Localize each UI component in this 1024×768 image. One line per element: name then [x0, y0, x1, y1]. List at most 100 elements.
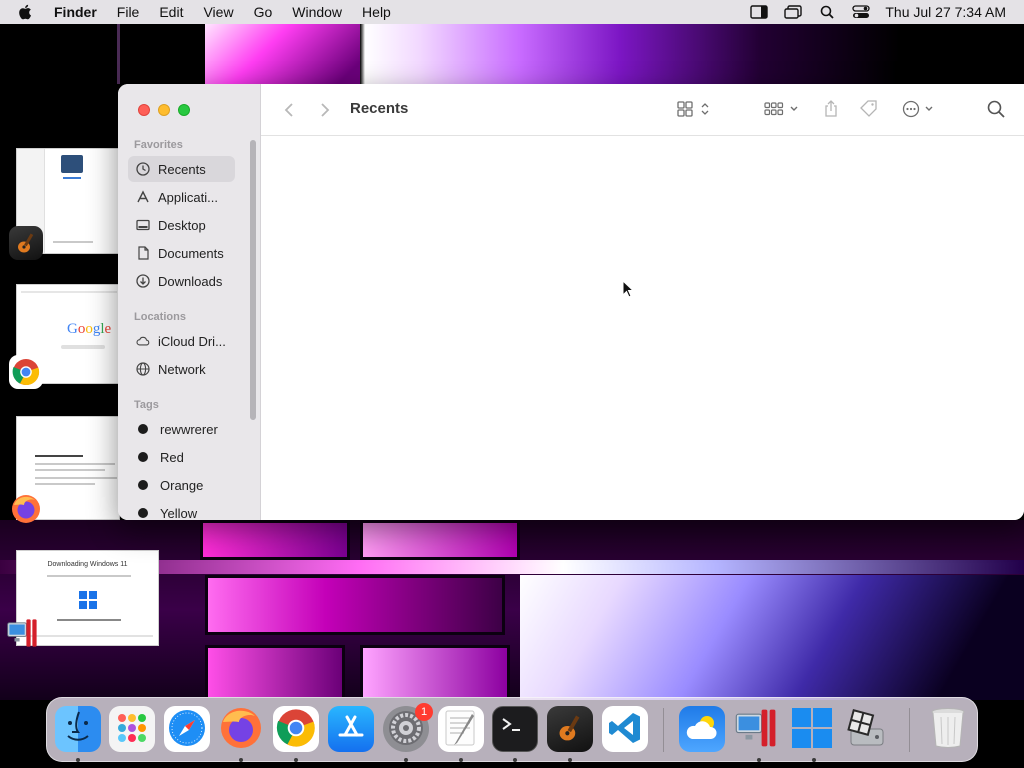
sidebar-item-icloud-drive[interactable]: iCloud Dri... [128, 328, 235, 354]
sidebar-tag-rewwrerer[interactable]: rewwrerer [128, 416, 235, 442]
dock-terminal[interactable] [492, 706, 538, 752]
dock-vscode[interactable] [602, 706, 648, 752]
dock-separator [663, 708, 664, 752]
apple-icon[interactable] [18, 4, 34, 20]
search-button[interactable] [985, 98, 1007, 122]
desktop-icon [136, 218, 150, 232]
sidebar-item-downloads[interactable]: Downloads [128, 268, 235, 294]
group-grid-icon [764, 101, 802, 120]
control-center-icon[interactable] [851, 4, 871, 20]
dock-weather[interactable] [679, 706, 725, 752]
dock: 1 [46, 697, 978, 762]
wallpaper-shape [205, 575, 505, 635]
wallpaper-shape [205, 645, 345, 700]
zoom-window-button[interactable] [178, 104, 190, 116]
dock-boot-camp-assistant[interactable] [844, 706, 890, 752]
dock-separator [909, 708, 910, 752]
sidebar-item-label: Orange [160, 477, 204, 493]
sidebar-tag-orange[interactable]: Orange [128, 472, 235, 498]
dock-safari[interactable] [164, 706, 210, 752]
wallpaper-shape [117, 24, 120, 84]
chrome-icon[interactable] [9, 355, 43, 389]
sidebar-tag-yellow[interactable]: Yellow [128, 500, 235, 520]
menu-edit[interactable]: Edit [159, 4, 183, 20]
file-list-area[interactable] [261, 137, 1024, 520]
globe-icon [136, 362, 150, 376]
stage-manager-icon[interactable] [783, 4, 803, 20]
group-by-button[interactable] [763, 98, 803, 122]
back-button[interactable] [279, 98, 299, 122]
wallpaper-shape [520, 575, 1024, 700]
thumbnail-line [35, 469, 105, 471]
search-icon [987, 100, 1005, 121]
dock-textedit[interactable] [438, 706, 484, 752]
dock-parallels[interactable] [734, 706, 780, 752]
dock-launchpad[interactable] [109, 706, 155, 752]
menu-app-name[interactable]: Finder [54, 4, 97, 20]
running-indicator [513, 758, 517, 762]
menu-file[interactable]: File [117, 4, 140, 20]
app-store-icon [334, 711, 368, 748]
menu-clock[interactable]: Thu Jul 27 7:34 AM [885, 4, 1006, 20]
window-title: Recents [350, 100, 409, 117]
sidebar-item-applications[interactable]: Applicati... [128, 184, 235, 210]
sidebar-item-desktop[interactable]: Desktop [128, 212, 235, 238]
garageband-icon[interactable] [9, 226, 43, 260]
finder-window: Favorites Recents Applicati... Desktop D… [118, 84, 1024, 520]
menu-go[interactable]: Go [254, 4, 273, 20]
thumbnail-searchbar [61, 345, 105, 349]
google-letter: G [67, 321, 78, 337]
share-button[interactable] [821, 98, 841, 122]
close-window-button[interactable] [138, 104, 150, 116]
notification-badge: 1 [415, 703, 433, 721]
menu-help[interactable]: Help [362, 4, 391, 20]
menu-view[interactable]: View [203, 4, 233, 20]
dock-windows-11[interactable] [789, 706, 835, 752]
tag-dot-icon [138, 480, 148, 490]
dock-firefox[interactable] [218, 706, 264, 752]
applications-icon [136, 190, 150, 204]
tag-dot-icon [138, 424, 148, 434]
wallpaper-shape [200, 520, 350, 560]
parallels-icon[interactable] [6, 616, 40, 650]
sidebar-item-label: Documents [158, 245, 224, 261]
ellipsis-circle-icon [902, 100, 938, 121]
download-icon [136, 274, 150, 288]
windows-logo-icon [791, 707, 833, 752]
spotlight-search-icon[interactable] [817, 4, 837, 20]
menu-window[interactable]: Window [292, 4, 342, 20]
minimize-window-button[interactable] [158, 104, 170, 116]
sidebar-scrollbar[interactable] [250, 140, 256, 420]
tag-dot-icon [138, 452, 148, 462]
running-indicator [812, 758, 816, 762]
sidebar-item-label: Applicati... [158, 189, 218, 205]
tags-button[interactable] [858, 98, 880, 122]
sidebar-item-label: rewwrerer [160, 421, 218, 437]
sidebar-item-documents[interactable]: Documents [128, 240, 235, 266]
mouse-cursor-icon [622, 280, 634, 298]
sidebar-item-label: Network [158, 361, 206, 377]
dock-app-store[interactable] [328, 706, 374, 752]
sidebar-header-locations: Locations [134, 311, 186, 323]
forward-button[interactable] [315, 98, 335, 122]
guitar-icon [553, 711, 587, 748]
dock-garageband[interactable] [547, 706, 593, 752]
textedit-icon [442, 708, 480, 751]
thumbnail-line [47, 575, 131, 577]
dock-trash[interactable] [925, 706, 971, 752]
compass-icon [167, 708, 207, 751]
sidebar-toggle-icon[interactable] [749, 4, 769, 20]
sidebar-tag-red[interactable]: Red [128, 444, 235, 470]
firefox-icon[interactable] [9, 492, 43, 526]
more-actions-button[interactable] [901, 98, 939, 122]
view-mode-button[interactable] [675, 98, 713, 122]
sidebar-item-network[interactable]: Network [128, 356, 235, 382]
sidebar-item-label: Downloads [158, 273, 223, 289]
parallels-icon [734, 706, 780, 753]
dock-chrome[interactable] [273, 706, 319, 752]
thumbnail-line [35, 455, 83, 457]
dock-finder[interactable] [55, 706, 101, 752]
finder-toolbar: Recents [261, 84, 1024, 136]
windows-logo-icon [79, 591, 97, 609]
sidebar-item-recents[interactable]: Recents [128, 156, 235, 182]
